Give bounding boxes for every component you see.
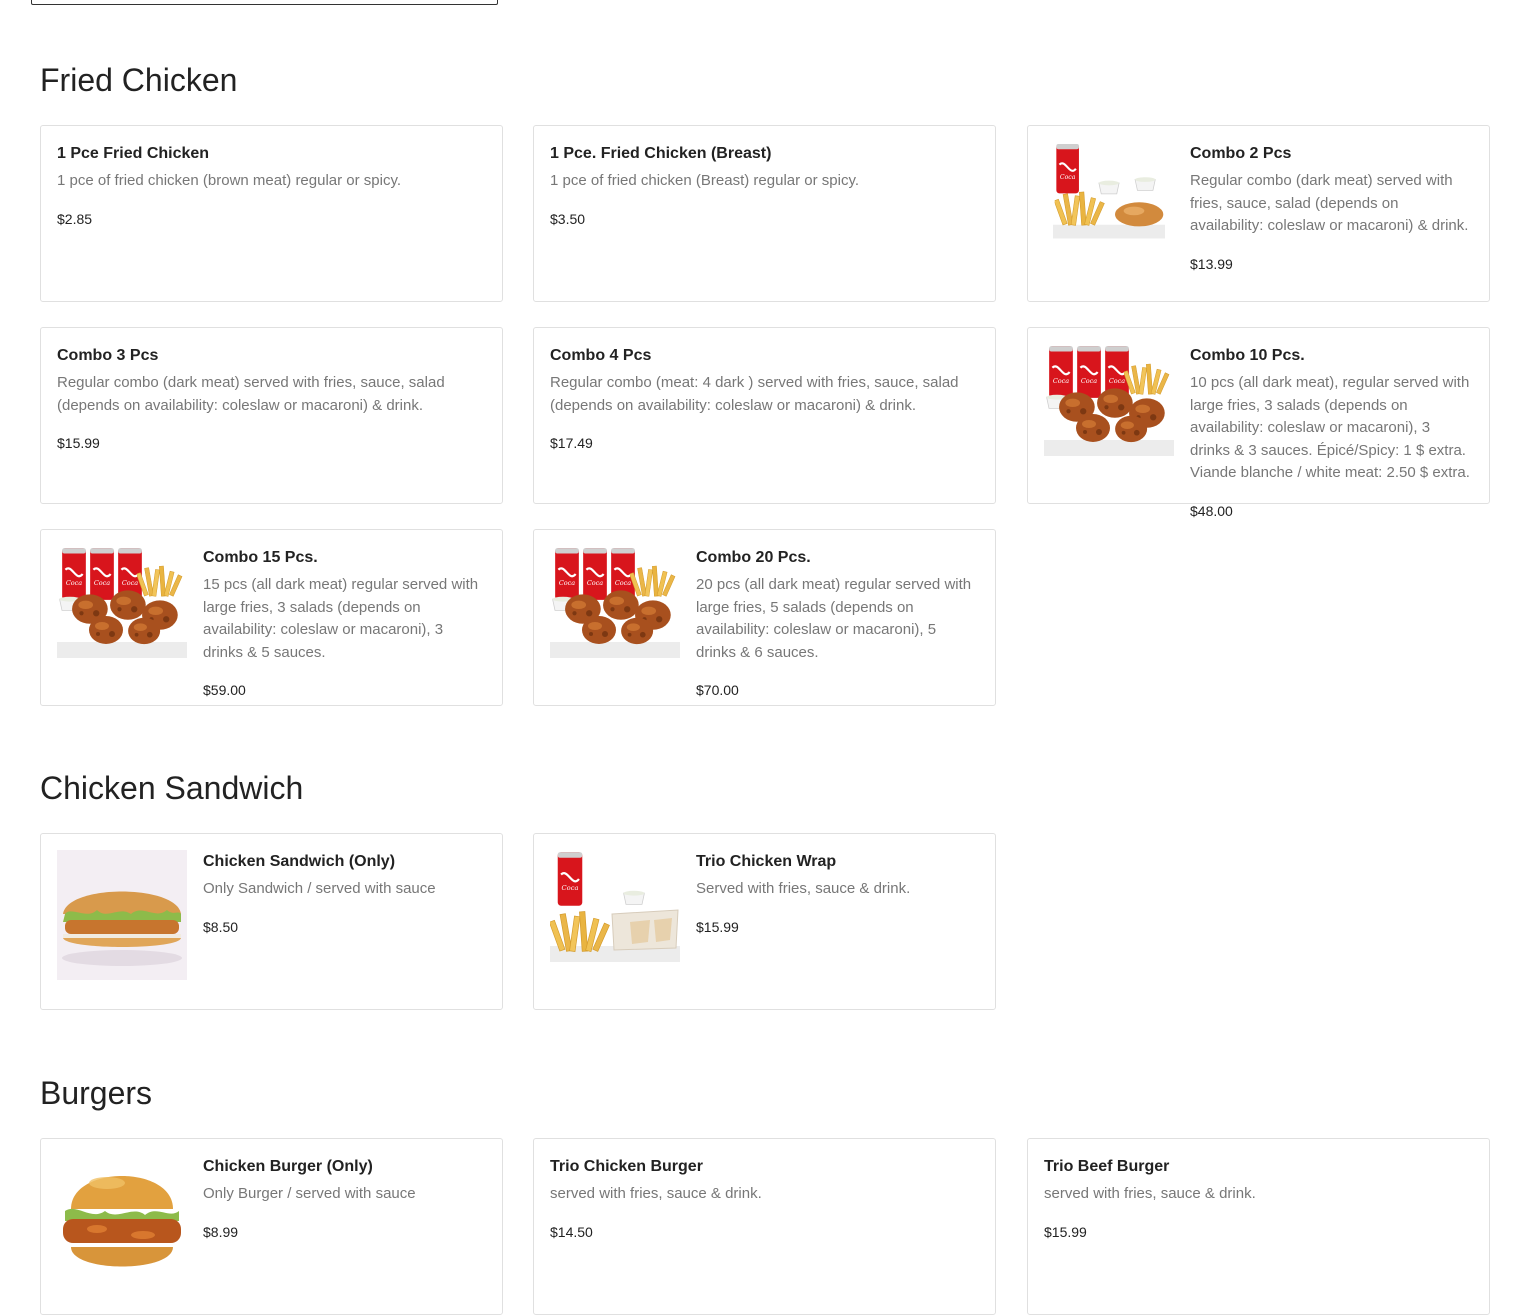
menu-item-body: Combo 3 Pcs Regular combo (dark meat) se… — [57, 346, 486, 452]
combo-2-pcs-image — [1053, 142, 1165, 239]
menu-item-card[interactable]: Trio Chicken Burger served with fries, s… — [533, 1138, 996, 1315]
menu-item-body: Trio Chicken Wrap Served with fries, sau… — [696, 852, 979, 936]
menu-item-price: $3.50 — [550, 210, 586, 227]
menu-item-name: Chicken Burger (Only) — [203, 1158, 373, 1175]
menu-item-description: Served with fries, sauce & drink. — [696, 880, 911, 897]
menu-item-description: served with fries, sauce & drink. — [550, 1185, 762, 1202]
menu-item-body: Chicken Burger (Only) Only Burger / serv… — [203, 1157, 486, 1241]
menu-item-price: $14.50 — [550, 1223, 593, 1240]
menu-item-card[interactable]: Combo 2 Pcs Regular combo (dark meat) se… — [1027, 125, 1490, 302]
menu-item-price: $8.99 — [203, 1223, 239, 1240]
menu-item-name: Combo 10 Pcs. — [1190, 347, 1305, 364]
menu-item-price: $17.49 — [550, 435, 593, 451]
menu-item-card[interactable]: Chicken Sandwich (Only) Only Sandwich / … — [40, 833, 503, 1010]
menu-item-body: 1 Pce Fried Chicken 1 pce of fried chick… — [57, 144, 486, 228]
menu-item-card[interactable]: Trio Beef Burger served with fries, sauc… — [1027, 1138, 1490, 1315]
menu-item-name: Combo 15 Pcs. — [203, 549, 318, 566]
menu-item-card[interactable]: Combo 3 Pcs Regular combo (dark meat) se… — [40, 327, 503, 504]
menu-item-card[interactable]: Combo 10 Pcs. 10 pcs (all dark meat), re… — [1027, 327, 1490, 519]
menu-item-card[interactable]: Trio Chicken Wrap Served with fries, sau… — [533, 833, 996, 1010]
menu-item-price: $13.99 — [1190, 255, 1233, 272]
menu-item-body: Combo 2 Pcs Regular combo (dark meat) se… — [1190, 144, 1473, 273]
section-title: Chicken Sandwich — [40, 770, 304, 806]
menu-item-price: $15.99 — [1044, 1223, 1087, 1240]
menu-item-name: Combo 4 Pcs — [550, 347, 652, 364]
chicken-sandwich-image — [57, 850, 187, 980]
menu-item-description: 10 pcs (all dark meat), regular served w… — [1190, 374, 1470, 481]
menu-item-description: 20 pcs (all dark meat) regular served wi… — [696, 576, 972, 661]
menu-item-card[interactable]: Chicken Burger (Only) Only Burger / serv… — [40, 1138, 503, 1315]
menu-item-body: Combo 4 Pcs Regular combo (meat: 4 dark … — [550, 346, 979, 452]
menu-item-price: $70.00 — [696, 682, 739, 698]
menu-item-description: Regular combo (dark meat) served with fr… — [57, 374, 445, 414]
menu-item-description: Only Sandwich / served with sauce — [203, 880, 436, 897]
menu-item-price: $59.00 — [203, 682, 246, 698]
menu-item-body: Combo 15 Pcs. 15 pcs (all dark meat) reg… — [203, 548, 486, 699]
menu-item-description: 1 pce of fried chicken (Breast) regular … — [550, 172, 860, 189]
menu-item-name: 1 Pce Fried Chicken — [57, 145, 210, 162]
menu-item-description: 1 pce of fried chicken (brown meat) regu… — [57, 172, 402, 189]
menu-item-price: $8.50 — [203, 918, 239, 935]
chicken-wrap-image — [550, 850, 680, 962]
menu-item-price: $2.85 — [57, 210, 93, 227]
menu-item-description: 15 pcs (all dark meat) regular served wi… — [203, 576, 479, 661]
menu-item-name: Trio Chicken Wrap — [696, 853, 837, 870]
section-title: Fried Chicken — [40, 62, 238, 98]
menu-item-description: Only Burger / served with sauce — [203, 1185, 416, 1202]
menu-item-body: Combo 10 Pcs. 10 pcs (all dark meat), re… — [1190, 346, 1473, 520]
menu-item-description: Regular combo (meat: 4 dark ) served wit… — [550, 374, 959, 414]
menu-item-card[interactable]: Combo 4 Pcs Regular combo (meat: 4 dark … — [533, 327, 996, 504]
menu-item-name: Trio Beef Burger — [1044, 1158, 1170, 1175]
menu-item-card[interactable]: 1 Pce Fried Chicken 1 pce of fried chick… — [40, 125, 503, 302]
menu-item-name: Chicken Sandwich (Only) — [203, 853, 396, 870]
menu-item-body: Trio Beef Burger served with fries, sauc… — [1044, 1157, 1473, 1241]
combo-10-pcs-image — [1044, 344, 1174, 456]
menu-item-price: $15.99 — [696, 918, 739, 935]
menu-item-body: Chicken Sandwich (Only) Only Sandwich / … — [203, 852, 486, 936]
menu-item-name: Combo 20 Pcs. — [696, 549, 811, 566]
menu-item-body: 1 Pce. Fried Chicken (Breast) 1 pce of f… — [550, 144, 979, 228]
menu-item-name: Combo 2 Pcs — [1190, 145, 1292, 162]
menu-item-name: Combo 3 Pcs — [57, 347, 159, 364]
menu-item-name: Trio Chicken Burger — [550, 1158, 703, 1175]
combo-15-pcs-image — [57, 546, 187, 658]
menu-item-description: served with fries, sauce & drink. — [1044, 1185, 1256, 1202]
menu-item-description: Regular combo (dark meat) served with fr… — [1190, 172, 1469, 234]
menu-item-price: $15.99 — [57, 435, 100, 451]
menu-item-body: Combo 20 Pcs. 20 pcs (all dark meat) reg… — [696, 548, 979, 699]
menu-item-name: 1 Pce. Fried Chicken (Breast) — [550, 145, 772, 162]
menu-item-price: $48.00 — [1190, 502, 1233, 519]
menu-item-body: Trio Chicken Burger served with fries, s… — [550, 1157, 979, 1241]
menu-item-card[interactable]: Combo 20 Pcs. 20 pcs (all dark meat) reg… — [533, 529, 996, 706]
combo-20-pcs-image — [550, 546, 680, 658]
section-title: Burgers — [40, 1075, 153, 1111]
search-input[interactable] — [31, 0, 498, 5]
menu-item-card[interactable]: 1 Pce. Fried Chicken (Breast) 1 pce of f… — [533, 125, 996, 302]
menu-item-card[interactable]: Combo 15 Pcs. 15 pcs (all dark meat) reg… — [40, 529, 503, 706]
